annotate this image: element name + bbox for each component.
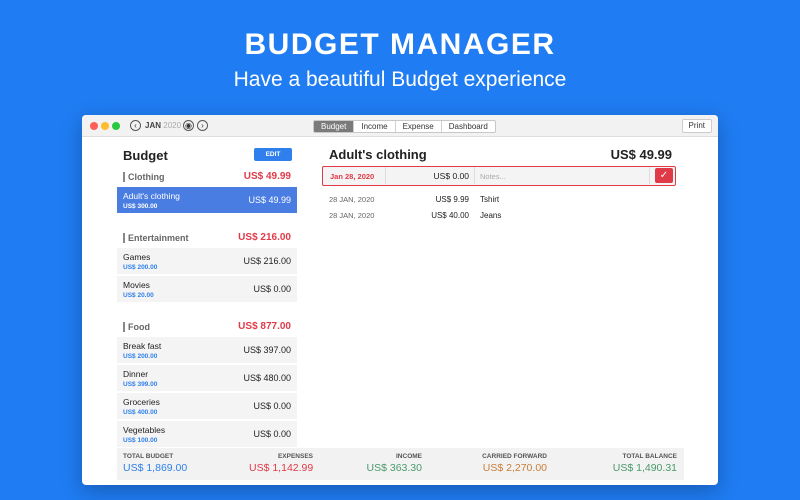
budget-title: Budget bbox=[123, 148, 168, 163]
item-name: Groceries bbox=[123, 397, 160, 407]
edit-button[interactable]: EDIT bbox=[254, 148, 292, 161]
budget-item-groceries[interactable]: Groceries US$ 400.00 US$ 0.00 bbox=[117, 393, 297, 419]
transaction-date: 28 JAN, 2020 bbox=[329, 195, 375, 204]
category-amount: US$ 216.00 bbox=[238, 232, 291, 243]
summary-carried-forward: CARRIED FORWARD US$ 2,270.00 bbox=[471, 453, 547, 474]
category-name: Clothing bbox=[123, 172, 165, 182]
divider bbox=[385, 167, 386, 184]
category-header-clothing: Clothing US$ 49.99 bbox=[123, 171, 291, 184]
new-entry-row: Jan 28, 2020 US$ 0.00 Notes... ✓ bbox=[322, 166, 676, 186]
item-name: Movies bbox=[123, 280, 150, 290]
category-header-entertainment: Entertainment US$ 216.00 bbox=[123, 232, 291, 245]
previous-month-icon[interactable]: ‹ bbox=[130, 120, 141, 131]
transaction-note: Jeans bbox=[480, 211, 502, 220]
item-value: US$ 0.00 bbox=[253, 401, 291, 411]
item-budget: US$ 200.00 bbox=[123, 264, 158, 271]
item-budget: US$ 200.00 bbox=[123, 353, 158, 360]
entry-amount-field[interactable]: US$ 0.00 bbox=[433, 171, 469, 181]
budget-item-breakfast[interactable]: Break fast US$ 200.00 US$ 397.00 bbox=[117, 337, 297, 363]
category-name: Entertainment bbox=[123, 233, 189, 243]
app-window: ‹ JAN 2020 ◉ › Budget Income Expense Das… bbox=[82, 115, 718, 485]
tab-expense[interactable]: Expense bbox=[395, 121, 442, 132]
budget-item-adults-clothing[interactable]: Adult's clothing US$ 300.00 US$ 49.99 bbox=[117, 187, 297, 213]
transaction-row[interactable]: 28 JAN, 2020 US$ 40.00 Jeans bbox=[329, 211, 669, 223]
view-tabs: Budget Income Expense Dashboard bbox=[313, 120, 496, 133]
category-header-food: Food US$ 877.00 bbox=[123, 321, 291, 334]
minimize-window-button[interactable] bbox=[101, 122, 109, 130]
titlebar: ‹ JAN 2020 ◉ › Budget Income Expense Das… bbox=[82, 115, 718, 137]
hero-subtitle: Have a beautiful Budget experience bbox=[233, 68, 567, 91]
item-budget: US$ 400.00 bbox=[123, 409, 158, 416]
summary-expenses: EXPENSES US$ 1,142.99 bbox=[249, 453, 313, 474]
budget-item-movies[interactable]: Movies US$ 20.00 US$ 0.00 bbox=[117, 276, 297, 302]
item-value: US$ 0.00 bbox=[253, 284, 291, 294]
tab-income[interactable]: Income bbox=[354, 121, 396, 132]
summary-value: US$ 1,869.00 bbox=[123, 462, 188, 474]
summary-income: INCOME US$ 363.30 bbox=[362, 453, 422, 474]
summary-label: CARRIED FORWARD bbox=[482, 453, 547, 460]
budget-item-games[interactable]: Games US$ 200.00 US$ 216.00 bbox=[117, 248, 297, 274]
budget-item-vegetables[interactable]: Vegetables US$ 100.00 US$ 0.00 bbox=[117, 421, 297, 447]
item-budget: US$ 100.00 bbox=[123, 437, 158, 444]
month-name: JAN bbox=[145, 121, 162, 130]
summary-value: US$ 1,142.99 bbox=[249, 462, 314, 474]
summary-total-balance: TOTAL BALANCE US$ 1,490.31 bbox=[607, 453, 677, 474]
summary-label: EXPENSES bbox=[277, 453, 313, 460]
entry-date-field[interactable]: Jan 28, 2020 bbox=[330, 172, 374, 181]
zoom-window-button[interactable] bbox=[112, 122, 120, 130]
summary-label: INCOME bbox=[396, 453, 422, 460]
month-label: JAN 2020 bbox=[145, 121, 181, 130]
item-budget: US$ 20.00 bbox=[123, 292, 154, 299]
category-amount: US$ 49.99 bbox=[243, 171, 291, 182]
transaction-amount: US$ 40.00 bbox=[431, 211, 469, 220]
close-window-button[interactable] bbox=[90, 122, 98, 130]
summary-label: TOTAL BALANCE bbox=[622, 453, 677, 460]
item-value: US$ 216.00 bbox=[243, 256, 291, 266]
transaction-amount: US$ 9.99 bbox=[435, 195, 469, 204]
transaction-note: Tshirt bbox=[480, 195, 500, 204]
month-year: 2020 bbox=[163, 121, 182, 130]
divider bbox=[474, 167, 475, 184]
tab-budget[interactable]: Budget bbox=[314, 121, 355, 132]
confirm-check-icon[interactable]: ✓ bbox=[655, 168, 673, 183]
item-value: US$ 49.99 bbox=[248, 195, 291, 205]
item-name: Dinner bbox=[123, 369, 149, 379]
hero-title: BUDGET MANAGER bbox=[244, 28, 556, 61]
category-amount: US$ 877.00 bbox=[238, 321, 291, 332]
summary-total-budget: TOTAL BUDGET US$ 1,869.00 bbox=[123, 453, 187, 474]
summary-value: US$ 363.30 bbox=[366, 462, 422, 474]
summary-label: TOTAL BUDGET bbox=[123, 453, 174, 460]
item-budget: US$ 399.00 bbox=[123, 381, 158, 388]
item-budget: US$ 300.00 bbox=[123, 203, 158, 210]
next-month-icon[interactable]: › bbox=[197, 120, 208, 131]
item-name: Break fast bbox=[123, 341, 162, 351]
summary-footer: TOTAL BUDGET US$ 1,869.00 EXPENSES US$ 1… bbox=[117, 448, 684, 480]
item-value: US$ 480.00 bbox=[243, 373, 291, 383]
summary-value: US$ 1,490.31 bbox=[612, 462, 677, 474]
summary-value: US$ 2,270.00 bbox=[482, 462, 547, 474]
detail-title: Adult's clothing bbox=[329, 147, 427, 162]
transaction-date: 28 JAN, 2020 bbox=[329, 211, 375, 220]
category-name: Food bbox=[123, 322, 150, 332]
tab-dashboard[interactable]: Dashboard bbox=[441, 121, 495, 132]
entry-notes-field[interactable]: Notes... bbox=[480, 172, 506, 181]
detail-total: US$ 49.99 bbox=[610, 147, 672, 162]
transaction-row[interactable]: 28 JAN, 2020 US$ 9.99 Tshirt bbox=[329, 195, 669, 207]
print-button[interactable]: Print bbox=[681, 119, 712, 133]
today-icon[interactable]: ◉ bbox=[183, 120, 194, 131]
item-value: US$ 397.00 bbox=[243, 345, 291, 355]
item-name: Vegetables bbox=[123, 425, 166, 435]
item-name: Adult's clothing bbox=[123, 191, 180, 201]
item-value: US$ 0.00 bbox=[253, 429, 291, 439]
divider bbox=[649, 167, 650, 184]
item-name: Games bbox=[123, 252, 151, 262]
budget-item-dinner[interactable]: Dinner US$ 399.00 US$ 480.00 bbox=[117, 365, 297, 391]
